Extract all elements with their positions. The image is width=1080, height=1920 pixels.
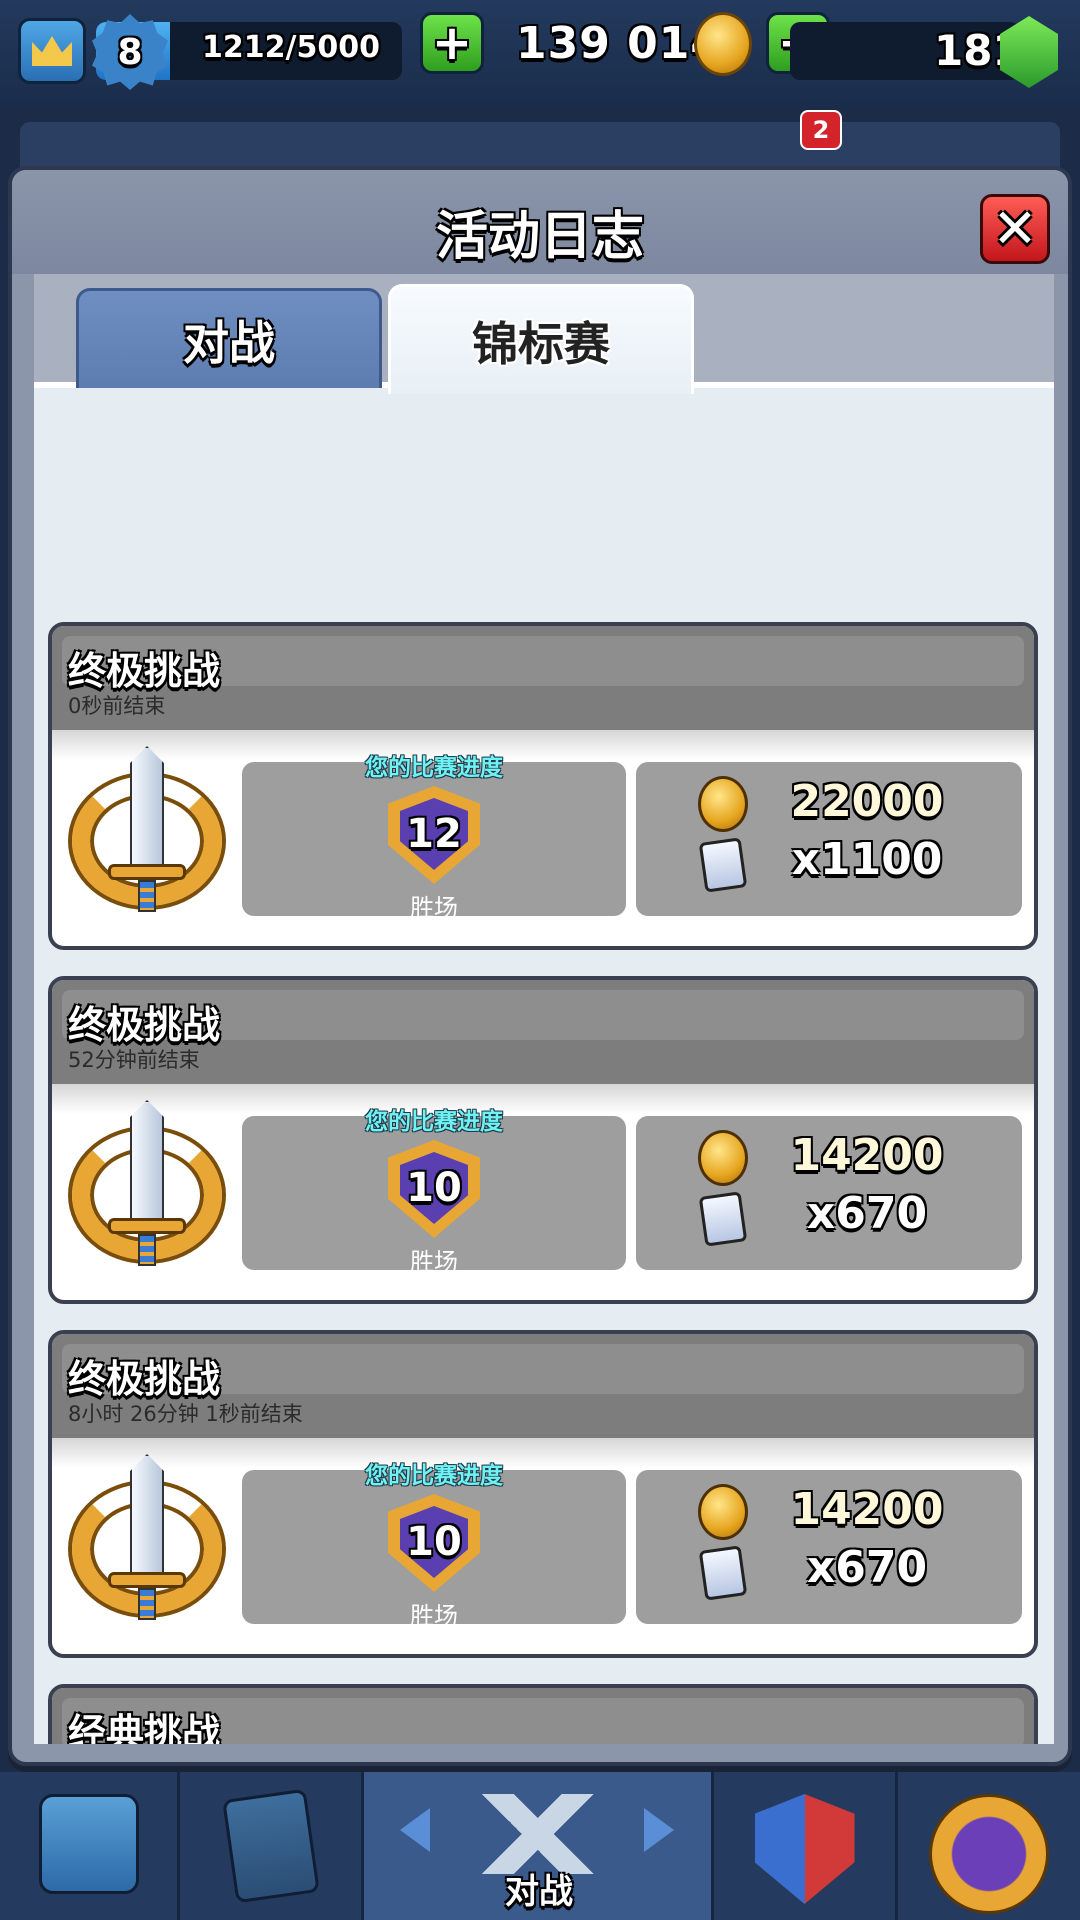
king-tower-button[interactable] [18,18,86,84]
wins-label: 胜场 [410,1602,458,1630]
activity-log-modal: 活动日志 ✕ 对战 锦标赛 终极挑战 0秒前结束 您的比赛进度 12 胜场 22… [8,166,1072,1766]
gold-coin-icon [698,1484,748,1540]
clan-shield-icon [754,1794,855,1904]
reward-cards: x1100 [791,834,943,885]
modal-header: 活动日志 ✕ [12,170,1068,274]
card-header: 经典挑战 [52,1688,1034,1744]
reward-cards: x670 [806,1542,928,1593]
progress-label: 您的比赛进度 [365,1109,503,1135]
nav-right-arrow-icon[interactable] [644,1808,674,1852]
tab-battles[interactable]: 对战 [76,288,382,388]
close-button[interactable]: ✕ [980,194,1050,264]
reward-gold: 14200 [790,1130,944,1181]
tab-tournaments[interactable]: 锦标赛 [388,284,694,394]
card-header: 终极挑战 8小时 26分钟 1秒前结束 [52,1334,1034,1438]
notification-badge: 2 [800,110,842,150]
card-icon [698,1191,748,1247]
challenge-card[interactable]: 终极挑战 52分钟前结束 您的比赛进度 10 胜场 14200 x670 [48,976,1038,1304]
top-hud: 8 1212/5000 + 139 014 + 181 [0,0,1080,110]
close-icon: ✕ [992,197,1038,260]
tab-tournaments-label: 锦标赛 [472,316,610,371]
gold-coin-icon [698,1130,748,1186]
sword-trophy-icon [72,746,222,916]
wins-label: 胜场 [410,1248,458,1276]
sword-trophy-icon [72,1454,222,1624]
reward-gold: 14200 [790,1484,944,1535]
challenge-title: 终极挑战 [68,1357,221,1401]
experience-text: 1212/5000 [202,30,380,65]
wins-label: 胜场 [410,894,458,922]
gold-coin-icon [694,12,752,76]
progress-label: 您的比赛进度 [365,1463,503,1489]
challenge-ended-time: 52分钟前结束 [68,1048,200,1072]
tournament-crown-icon [929,1794,1049,1914]
challenge-card[interactable]: 终极挑战 0秒前结束 您的比赛进度 12 胜场 22000 x1100 [48,622,1038,950]
challenge-ended-time: 0秒前结束 [68,694,166,718]
progress-label: 您的比赛进度 [365,755,503,781]
nav-left-arrow-icon[interactable] [400,1808,430,1852]
sword-trophy-icon [72,1100,222,1270]
card-icon [698,1545,748,1601]
nav-cards[interactable] [180,1772,364,1920]
reward-gold: 22000 [790,776,944,827]
challenge-title: 经典挑战 [68,1711,221,1744]
nav-clan[interactable] [714,1772,898,1920]
modal-title: 活动日志 [435,207,644,267]
challenge-card[interactable]: 终极挑战 8小时 26分钟 1秒前结束 您的比赛进度 10 胜场 14200 x… [48,1330,1038,1658]
nav-events[interactable] [898,1772,1080,1920]
nav-shop[interactable] [0,1772,180,1920]
modal-body: 对战 锦标赛 终极挑战 0秒前结束 您的比赛进度 12 胜场 22000 x11… [34,274,1054,1744]
challenge-card[interactable]: 经典挑战 [48,1684,1038,1744]
challenge-title: 终极挑战 [68,649,221,693]
buy-gold-button[interactable]: + [420,12,484,74]
card-header: 终极挑战 0秒前结束 [52,626,1034,730]
card-icon [698,837,748,893]
crossed-swords-icon [477,1794,598,1874]
chest-icon [38,1794,139,1894]
gold-coin-icon [698,776,748,832]
card-header: 终极挑战 52分钟前结束 [52,980,1034,1084]
challenge-title: 终极挑战 [68,1003,221,1047]
challenge-ended-time: 8小时 26分钟 1秒前结束 [68,1402,303,1426]
reward-cards: x670 [806,1188,928,1239]
gold-amount: 139 014 [516,18,723,69]
tab-bar: 对战 锦标赛 [34,274,1054,394]
nav-battle-label: 对战 [505,1872,573,1912]
tab-battles-label: 对战 [183,315,275,370]
crown-icon [32,36,72,66]
cards-icon [221,1788,320,1904]
